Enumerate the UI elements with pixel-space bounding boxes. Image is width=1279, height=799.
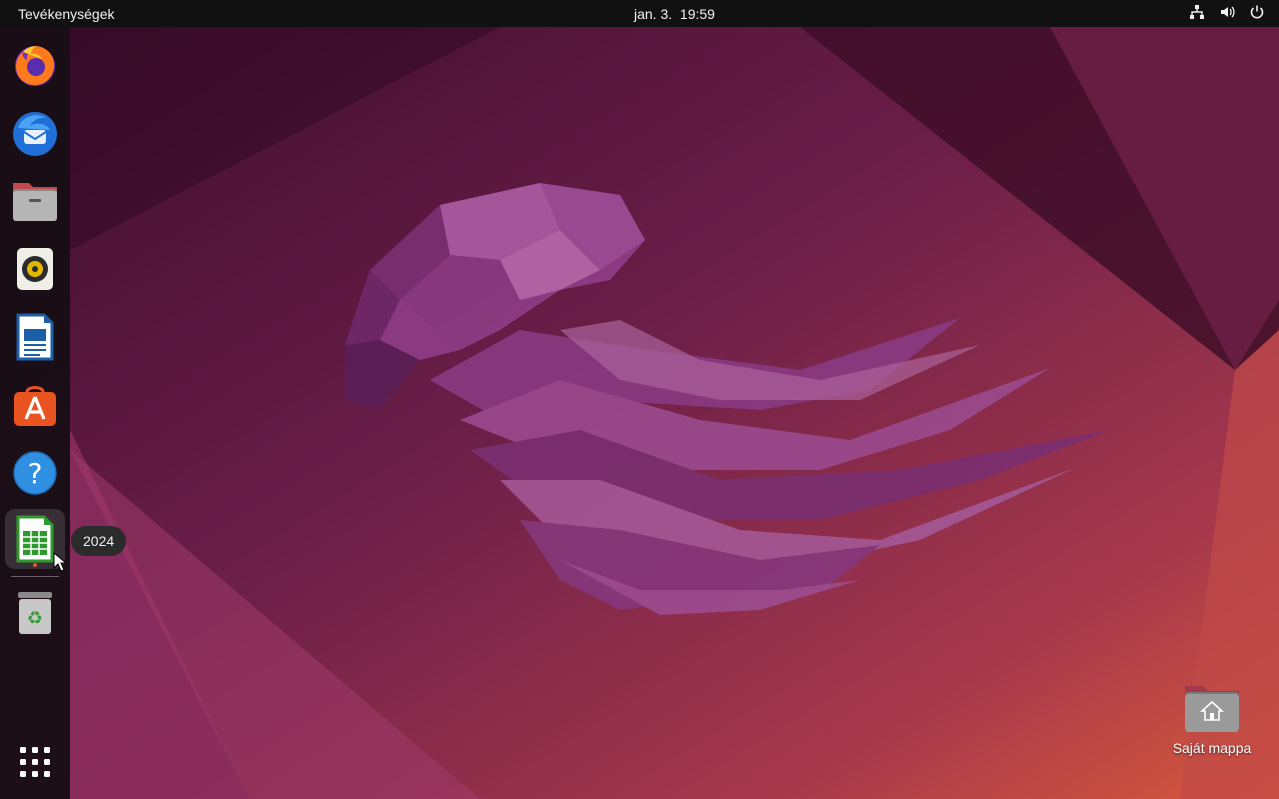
- files-icon: [13, 183, 57, 221]
- files-launcher[interactable]: [5, 171, 65, 231]
- home-folder-desktop-icon[interactable]: Saját mappa: [1162, 680, 1262, 756]
- rhythmbox-icon: [17, 248, 53, 290]
- top-bar: Tevékenységek jan. 3. 19:59: [0, 0, 1279, 27]
- firefox-launcher[interactable]: [5, 35, 65, 95]
- system-tray[interactable]: [1189, 4, 1265, 22]
- thunderbird-launcher[interactable]: [5, 103, 65, 163]
- desktop: Tevékenységek jan. 3. 19:59 ? ♻ 2024 Saj…: [0, 0, 1279, 799]
- software-launcher[interactable]: [5, 375, 65, 435]
- trash-launcher[interactable]: ♻: [5, 583, 65, 643]
- firefox-icon: [15, 46, 55, 86]
- writer-launcher[interactable]: [5, 307, 65, 367]
- dock: ? ♻: [0, 27, 70, 799]
- dock-separator: [11, 576, 59, 577]
- running-indicator: [33, 563, 37, 567]
- svg-text:?: ?: [28, 457, 43, 490]
- dock-tooltip: 2024: [71, 526, 127, 556]
- power-icon[interactable]: [1249, 4, 1265, 22]
- clock[interactable]: jan. 3. 19:59: [634, 6, 715, 22]
- home-folder-icon: [1185, 686, 1239, 732]
- help-icon: ?: [13, 451, 57, 495]
- software-icon: [14, 386, 56, 426]
- home-folder-label: Saját mappa: [1172, 740, 1252, 756]
- writer-icon: [16, 313, 54, 361]
- svg-text:♻: ♻: [27, 608, 43, 629]
- activities-button[interactable]: Tevékenységek: [18, 6, 115, 22]
- thunderbird-icon: [13, 112, 57, 156]
- calc-icon: [16, 515, 54, 563]
- mouse-cursor-icon: [53, 552, 67, 572]
- trash-icon: ♻: [18, 592, 52, 634]
- volume-icon[interactable]: [1219, 4, 1235, 22]
- grid-icon: [20, 747, 50, 777]
- wallpaper: [0, 0, 1279, 799]
- rhythmbox-launcher[interactable]: [5, 239, 65, 299]
- network-icon[interactable]: [1189, 4, 1205, 22]
- help-launcher[interactable]: ?: [5, 443, 65, 503]
- show-applications-button[interactable]: [5, 732, 65, 792]
